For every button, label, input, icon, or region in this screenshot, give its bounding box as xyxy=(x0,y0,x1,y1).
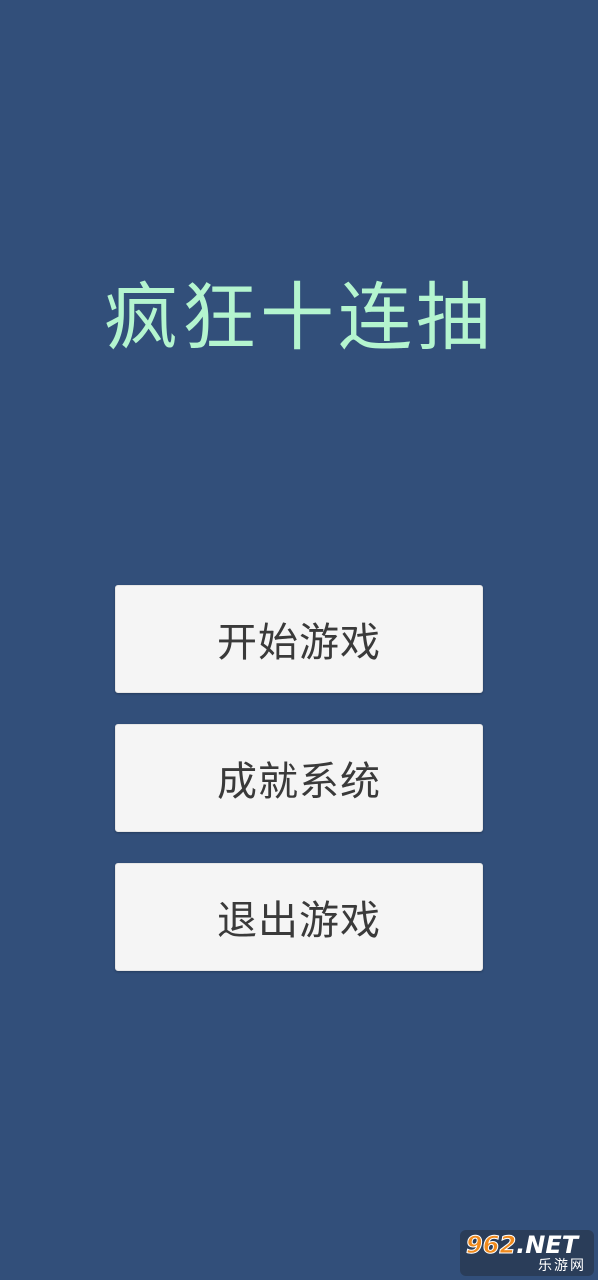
achievements-button[interactable]: 成就系统 xyxy=(115,724,483,832)
exit-game-button[interactable]: 退出游戏 xyxy=(115,863,483,971)
site-watermark: 962.NET 乐游网 xyxy=(460,1230,594,1276)
watermark-number: 962 xyxy=(465,1231,517,1259)
start-game-button[interactable]: 开始游戏 xyxy=(115,585,483,693)
game-title: 疯狂十连抽 xyxy=(104,275,494,361)
watermark-subtitle: 乐游网 xyxy=(538,1258,586,1274)
watermark-logo: 962.NET xyxy=(465,1231,579,1259)
watermark-domain: .NET xyxy=(516,1231,579,1259)
